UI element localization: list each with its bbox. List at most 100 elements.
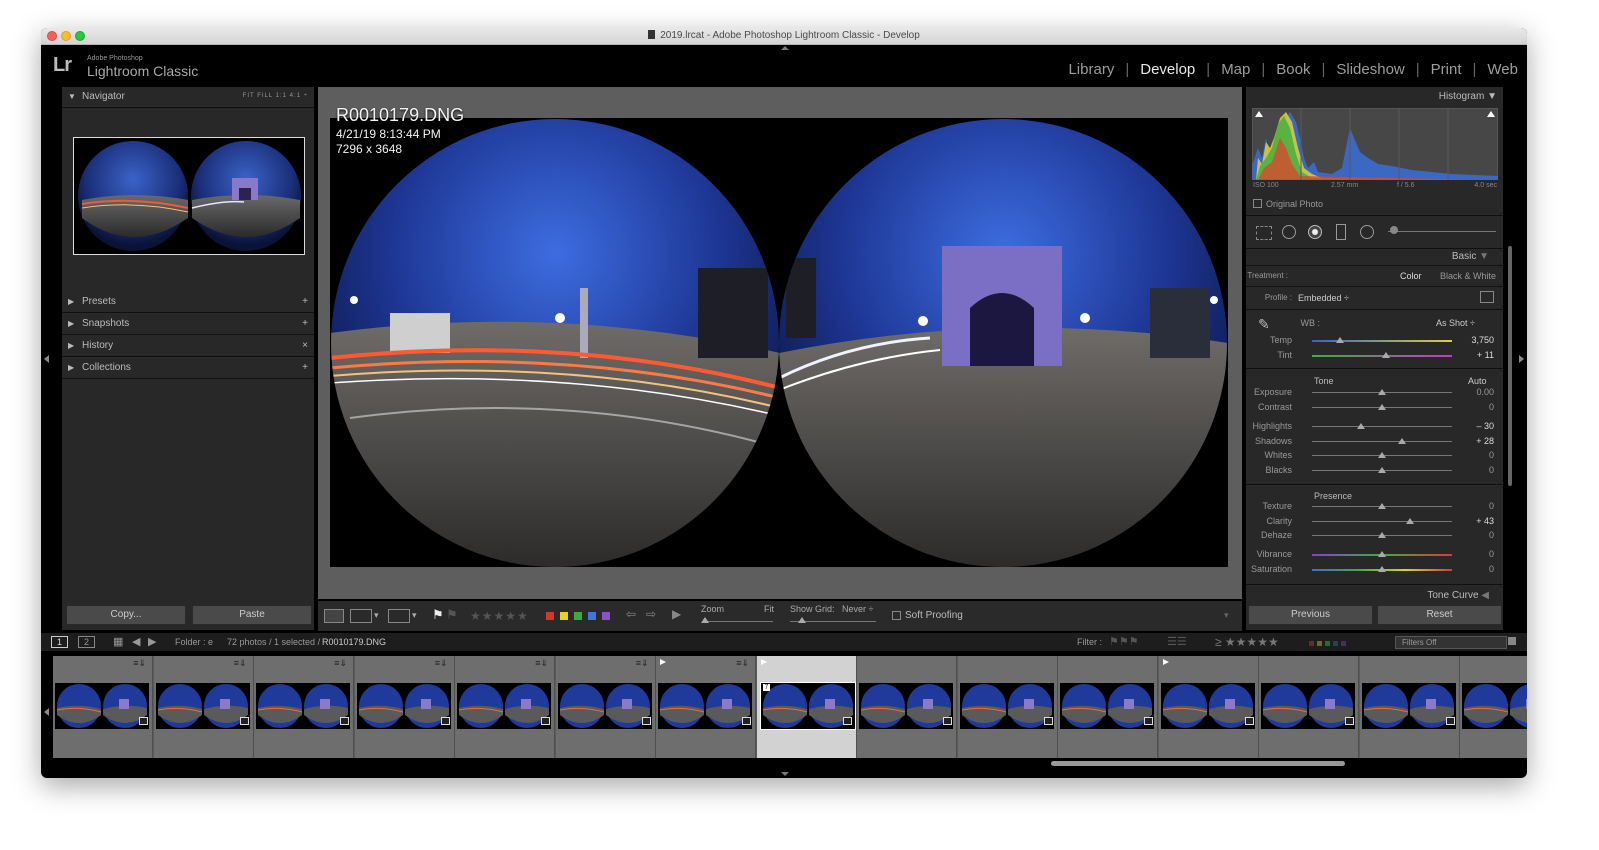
graduated-filter-icon[interactable]: [1336, 224, 1346, 240]
slider-thumb-texture[interactable]: [1378, 503, 1386, 509]
collections-header[interactable]: ▶ Collections +: [62, 358, 314, 379]
slider-thumb-contrast[interactable]: [1378, 404, 1386, 410]
slider-value-temp[interactable]: 3,750: [1464, 335, 1494, 345]
snapshots-header[interactable]: ▶ Snapshots +: [62, 314, 314, 335]
filmstrip-thumbnail[interactable]: [1359, 656, 1460, 758]
previous-button[interactable]: Previous: [1248, 605, 1373, 625]
collapse-right-arrow-icon[interactable]: [1519, 355, 1524, 363]
collapse-top-arrow-icon[interactable]: [781, 46, 789, 50]
add-collection-icon[interactable]: +: [302, 362, 308, 373]
back-arrow-icon[interactable]: ◀: [132, 635, 140, 648]
metadata-badge-icon[interactable]: [842, 717, 852, 725]
show-grid-value[interactable]: Never ÷: [842, 604, 873, 614]
slider-thumb-saturation[interactable]: [1378, 566, 1386, 572]
play-slideshow-icon[interactable]: ▶: [672, 607, 681, 621]
flag-filter-icon[interactable]: ⚑⚑⚑: [1109, 635, 1139, 648]
collapse-left-arrow-icon[interactable]: [44, 355, 49, 363]
slider-track-clarity[interactable]: [1312, 521, 1452, 522]
module-print[interactable]: Print: [1431, 61, 1462, 78]
shadow-clipping-indicator-icon[interactable]: [1255, 111, 1263, 117]
metadata-badge-icon[interactable]: [943, 717, 952, 725]
slider-value-clarity[interactable]: + 43: [1464, 516, 1494, 526]
filmstrip-scroll-left-icon[interactable]: [44, 708, 49, 716]
slider-value-vibrance[interactable]: 0: [1464, 549, 1494, 559]
zoom-slider[interactable]: [703, 621, 773, 622]
slider-thumb-temp[interactable]: [1336, 337, 1344, 343]
metadata-badge-icon[interactable]: [1345, 717, 1354, 725]
slider-value-contrast[interactable]: 0: [1464, 402, 1494, 412]
profile-dropdown[interactable]: Embedded ÷: [1298, 293, 1349, 303]
module-develop[interactable]: Develop: [1140, 61, 1195, 78]
previous-photo-arrow-icon[interactable]: ⇦: [626, 607, 636, 621]
stack-icon[interactable]: ≡⇓: [636, 658, 649, 669]
copy-button[interactable]: Copy...: [66, 605, 186, 625]
before-after-yy-icon[interactable]: [388, 609, 410, 623]
edit-filter-icon[interactable]: ☰☰: [1167, 635, 1187, 648]
before-after-lr-icon[interactable]: [350, 609, 372, 623]
selected-file-label[interactable]: R0010179.DNG: [322, 637, 386, 647]
color-label-blue[interactable]: [588, 612, 596, 620]
navigator-header[interactable]: ▼ Navigator FIT FILL 1:1 4:1 ÷: [62, 87, 314, 108]
before-after-dropdown-icon[interactable]: ▾: [374, 610, 379, 621]
metadata-badge-icon[interactable]: [1144, 717, 1153, 725]
slider-thumb-clarity[interactable]: [1406, 518, 1414, 524]
slider-value-highlights[interactable]: – 30: [1464, 421, 1494, 431]
soft-proofing-checkbox[interactable]: [892, 611, 901, 620]
color-label-purple[interactable]: [602, 612, 610, 620]
pick-flag-icon[interactable]: [1162, 659, 1169, 665]
toolbar-content-dropdown-icon[interactable]: ▾: [1224, 610, 1229, 621]
filter-lock-icon[interactable]: [1508, 637, 1516, 645]
auto-tone-button[interactable]: Auto: [1468, 376, 1487, 386]
filmstrip-thumbnail-selected[interactable]: 7: [756, 656, 857, 758]
stack-icon[interactable]: ≡⇓: [133, 658, 146, 669]
slider-track-shadows[interactable]: [1312, 441, 1452, 442]
filmstrip-thumbnail[interactable]: ≡⇓: [656, 656, 756, 758]
rating-filter[interactable]: ≥ ★★★★★: [1215, 635, 1279, 649]
stack-icon[interactable]: ≡⇓: [535, 658, 548, 669]
metadata-badge-icon[interactable]: [641, 717, 651, 725]
module-map[interactable]: Map: [1221, 61, 1250, 78]
wb-dropdown[interactable]: As Shot ÷: [1436, 318, 1475, 328]
reject-flag-icon[interactable]: ⚑: [446, 607, 458, 623]
slider-value-blacks[interactable]: 0: [1464, 465, 1494, 475]
presets-header[interactable]: ▶ Presets +: [62, 292, 314, 313]
spot-removal-tool-icon[interactable]: [1282, 225, 1296, 239]
collapse-bottom-arrow-icon[interactable]: [781, 772, 789, 776]
filmstrip-thumbnail[interactable]: ≡⇓: [254, 656, 354, 758]
slider-value-dehaze[interactable]: 0: [1464, 530, 1494, 540]
filmstrip-scrollbar[interactable]: [1051, 761, 1345, 766]
right-panel-scrollbar[interactable]: [1508, 246, 1512, 486]
stack-icon[interactable]: ≡⇓: [234, 658, 247, 669]
history-header[interactable]: ▶ History ×: [62, 336, 314, 357]
module-web[interactable]: Web: [1487, 61, 1518, 78]
slider-thumb-highlights[interactable]: [1357, 423, 1365, 429]
histogram[interactable]: [1251, 107, 1499, 181]
stack-icon[interactable]: ≡⇓: [334, 658, 347, 669]
yy-dropdown-icon[interactable]: ▾: [412, 610, 417, 621]
filmstrip-thumbnail[interactable]: [1460, 656, 1527, 758]
slider-thumb-exposure[interactable]: [1378, 389, 1386, 395]
next-photo-arrow-icon[interactable]: ⇨: [646, 607, 656, 621]
adjustment-brush-icon[interactable]: [1390, 226, 1398, 234]
grid-view-icon[interactable]: ▦: [113, 635, 123, 648]
image-view[interactable]: R0010179.DNG 4/21/19 8:13:44 PM 7296 x 3…: [318, 87, 1242, 599]
original-photo-checkbox[interactable]: [1253, 199, 1262, 208]
navigator-preview[interactable]: [73, 137, 305, 255]
slider-value-texture[interactable]: 0: [1464, 501, 1494, 511]
navigator-zoom-options[interactable]: FIT FILL 1:1 4:1 ÷: [243, 93, 308, 99]
filmstrip-thumbnail[interactable]: ≡⇓: [555, 656, 656, 758]
color-label-red[interactable]: [546, 612, 554, 620]
filmstrip-thumbnail[interactable]: [1158, 656, 1259, 758]
filmstrip-thumbnail[interactable]: [857, 656, 957, 758]
tone-curve-header[interactable]: Tone Curve ◀: [1427, 590, 1489, 601]
metadata-badge-icon[interactable]: [239, 717, 249, 725]
color-label-yellow[interactable]: [560, 612, 568, 620]
slider-track-temp[interactable]: [1312, 340, 1452, 342]
basic-panel-header[interactable]: Basic ▼: [1452, 251, 1489, 262]
metadata-badge-icon[interactable]: [440, 717, 450, 725]
filmstrip-thumbnail[interactable]: [1259, 656, 1359, 758]
slider-track-highlights[interactable]: [1312, 426, 1452, 427]
slider-thumb-whites[interactable]: [1378, 452, 1386, 458]
module-library[interactable]: Library: [1068, 61, 1114, 78]
metadata-badge-icon[interactable]: [1043, 717, 1053, 725]
